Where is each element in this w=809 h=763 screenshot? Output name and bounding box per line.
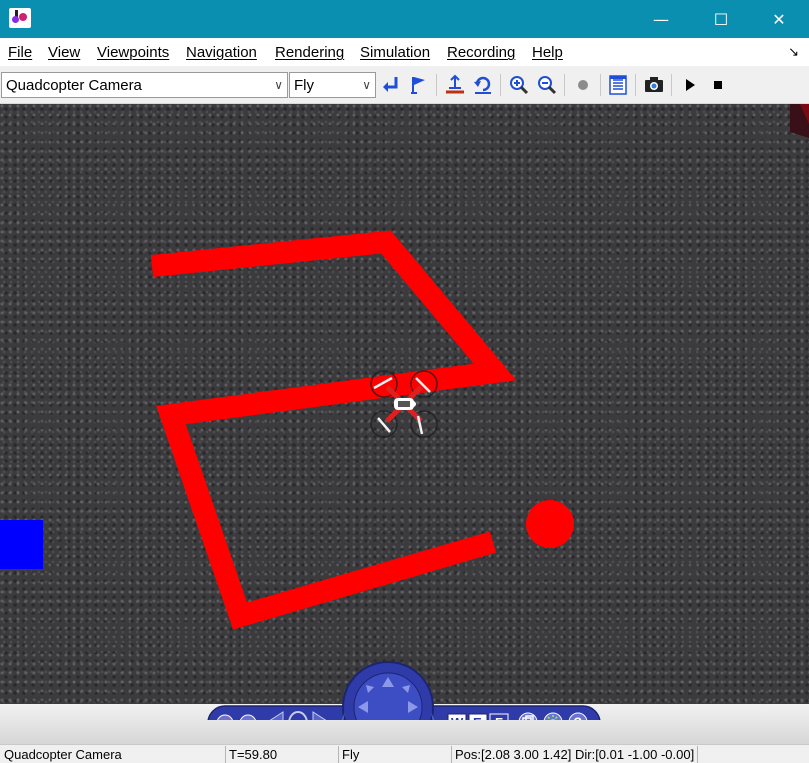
zoom-out-icon[interactable] <box>535 73 559 97</box>
red-path-track <box>150 230 517 630</box>
red-target-ball <box>526 500 574 548</box>
menu-rendering[interactable]: Rendering <box>275 44 344 61</box>
menu-recording[interactable]: Recording <box>447 44 515 61</box>
3d-viewport[interactable] <box>0 104 809 704</box>
svg-text:?: ? <box>574 714 583 720</box>
nav-controller: W E F ? <box>207 661 601 720</box>
svg-text:W: W <box>451 715 464 720</box>
menu-navigation[interactable]: Navigation <box>186 44 257 61</box>
svg-text:F: F <box>495 715 503 720</box>
status-bar: Quadcopter Camera T=59.80 Fly Pos:[2.08 … <box>0 744 809 763</box>
status-viewpoint: Quadcopter Camera <box>4 747 122 762</box>
app-logo-icon <box>9 8 31 28</box>
menu-viewpoints[interactable]: Viewpoints <box>97 44 169 61</box>
menu-file[interactable]: File <box>8 44 32 61</box>
maximize-button[interactable]: ☐ <box>691 0 751 38</box>
chevron-down-icon: ∨ <box>362 78 371 92</box>
blue-marker-block <box>0 520 43 569</box>
record-dot-icon[interactable] <box>571 73 595 97</box>
minimize-button[interactable]: — <box>631 0 691 38</box>
close-button[interactable]: ✕ <box>749 0 809 38</box>
title-bar: — ☐ ✕ <box>0 0 809 38</box>
examine-mode-icon[interactable]: E <box>468 713 488 720</box>
flag-icon[interactable] <box>406 73 430 97</box>
toolbar: Quadcopter Camera ∨ Fly ∨ <box>0 66 809 104</box>
status-mode: Fly <box>342 747 360 762</box>
status-pose: Pos:[2.08 3.00 1.42] Dir:[0.01 -1.00 -0.… <box>455 747 695 762</box>
play-icon[interactable] <box>678 73 702 97</box>
menu-collapse-arrow-icon[interactable]: ↘ <box>788 44 799 60</box>
menu-help[interactable]: Help <box>532 44 563 61</box>
viewpoint-dropdown[interactable]: Quadcopter Camera ∨ <box>1 72 288 98</box>
navmode-dropdown[interactable]: Fly ∨ <box>289 72 376 98</box>
viewpoint-dropdown-value: Quadcopter Camera <box>6 77 142 94</box>
return-arrow-icon[interactable] <box>379 73 403 97</box>
menu-view[interactable]: View <box>48 44 80 61</box>
stop-icon[interactable] <box>706 73 730 97</box>
chevron-down-icon: ∨ <box>274 78 283 92</box>
undo-rotate-icon[interactable] <box>471 73 495 97</box>
corner-object-icon <box>790 104 809 138</box>
navmode-dropdown-value: Fly <box>294 77 314 94</box>
level-view-icon[interactable] <box>443 73 467 97</box>
navigation-strip: W E F ? <box>0 661 809 744</box>
zoom-in-icon[interactable] <box>507 73 531 97</box>
status-time: T=59.80 <box>229 747 278 762</box>
console-icon[interactable] <box>606 73 630 97</box>
menu-bar: File View Viewpoints Navigation Renderin… <box>0 38 809 66</box>
svg-text:E: E <box>473 715 482 720</box>
snapshot-camera-icon[interactable] <box>642 73 666 97</box>
walk-mode-icon[interactable]: W <box>447 713 467 720</box>
menu-simulation[interactable]: Simulation <box>360 44 430 61</box>
fly-mode-icon[interactable]: F <box>489 713 509 720</box>
